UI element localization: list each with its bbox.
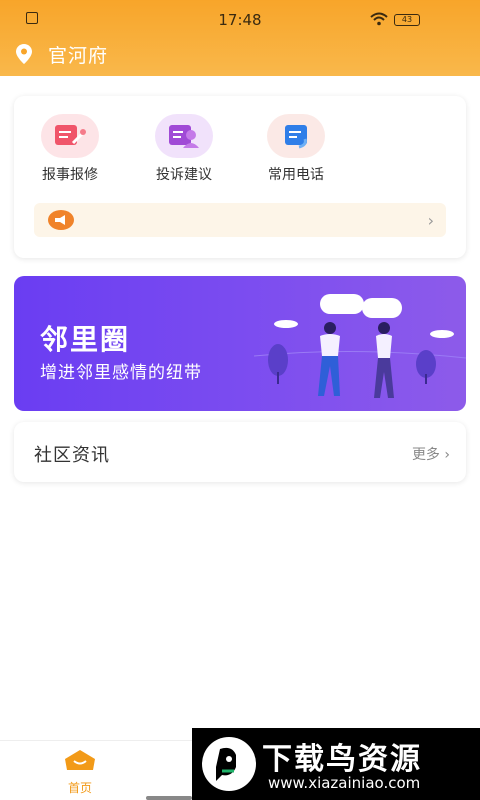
- service-label: 投诉建议: [156, 167, 212, 183]
- status-bar: 17:48 43: [0, 0, 480, 36]
- banner-subtitle: 增进邻里感情的纽带: [40, 363, 202, 383]
- community-news-card: 社区资讯 更多 ›: [14, 422, 466, 482]
- location-pin-icon: [16, 44, 32, 64]
- service-phone[interactable]: 常用电话: [256, 114, 336, 184]
- service-repair[interactable]: 报事报修: [30, 114, 110, 184]
- repair-icon: [41, 114, 99, 158]
- banner-title: 邻里圈: [40, 323, 131, 356]
- service-label: 常用电话: [268, 167, 324, 183]
- people-chatting-illustration: [254, 294, 466, 398]
- wifi-icon: [370, 12, 388, 26]
- tab-home[interactable]: 首页: [40, 749, 120, 796]
- phone-book-icon: [267, 114, 325, 158]
- watermark-overlay: 下载鸟资源 www.xiazainiao.com: [192, 728, 480, 800]
- complaint-icon: [155, 114, 213, 158]
- battery-icon: 43: [394, 14, 420, 26]
- notice-bar[interactable]: ›: [34, 203, 446, 237]
- services-card: 报事报修 投诉建议 常用电话 ›: [14, 96, 466, 258]
- location-selector[interactable]: 官河府: [16, 42, 109, 67]
- home-indicator: [146, 796, 192, 800]
- location-name: 官河府: [48, 44, 109, 67]
- chevron-right-icon: ›: [427, 211, 434, 230]
- watermark-title: 下载鸟资源: [262, 742, 422, 777]
- service-label: 报事报修: [42, 167, 98, 183]
- service-complaint[interactable]: 投诉建议: [144, 114, 224, 184]
- home-icon: [65, 750, 95, 770]
- neighborhood-banner[interactable]: 邻里圈 增进邻里感情的纽带: [14, 276, 466, 411]
- watermark-url: www.xiazainiao.com: [268, 774, 421, 792]
- megaphone-icon: [48, 210, 74, 230]
- header-bar: 17:48 43 官河府: [0, 0, 480, 76]
- tab-label: 首页: [67, 781, 92, 795]
- more-link[interactable]: 更多 ›: [412, 444, 450, 464]
- section-title: 社区资讯: [34, 445, 110, 466]
- watermark-logo-icon: [202, 737, 256, 791]
